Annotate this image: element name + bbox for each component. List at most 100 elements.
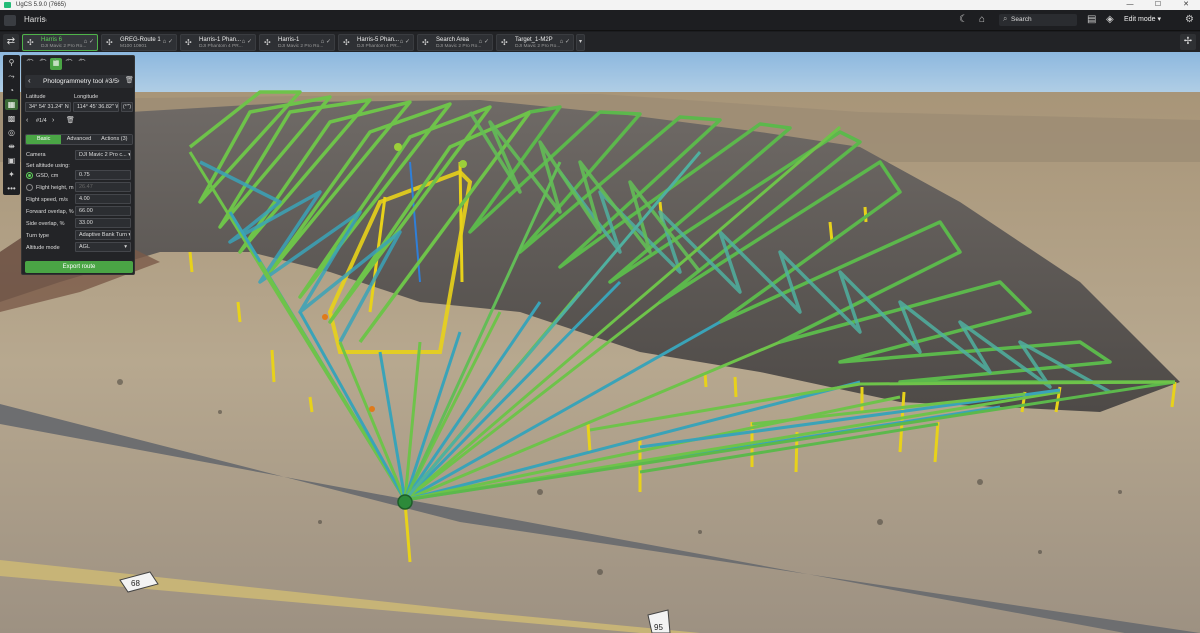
clipboard-icon[interactable]: ▤ xyxy=(1087,14,1096,25)
export-route-button[interactable]: Export route xyxy=(25,261,133,273)
tool-title: Photogrammetry tool #3/5 xyxy=(43,78,118,85)
segment-tab-number: 1 xyxy=(28,57,31,62)
edit-mode-label: Edit mode xyxy=(1124,16,1156,23)
route-vehicle: DJI Mavic 2 Pro Ro... xyxy=(278,44,324,49)
next-segment-icon[interactable]: › xyxy=(117,76,120,85)
segment-tab[interactable]: ⌒ 1 xyxy=(24,57,36,70)
route-vehicle: DJI Mavic 2 Pro Ro... xyxy=(515,44,561,49)
side-overlap-field[interactable]: 33.00 xyxy=(75,218,131,228)
gsd-radio[interactable] xyxy=(26,172,33,179)
close-button[interactable]: ✕ xyxy=(1172,0,1200,10)
segment-tab[interactable]: ▦ 3 xyxy=(50,57,62,70)
point-index: #1/4 xyxy=(36,118,47,124)
waypoint-marker[interactable] xyxy=(369,406,375,412)
tab-basic[interactable]: Basic xyxy=(26,135,62,144)
drone-icon: ✣ xyxy=(185,38,192,47)
area-scan-icon[interactable]: ▩ xyxy=(5,113,18,124)
app-logo-icon[interactable] xyxy=(4,15,16,26)
layers-icon[interactable]: ◈ xyxy=(1106,14,1114,25)
segment-tab[interactable]: ⌒ 2 xyxy=(37,57,49,70)
turn-type-select[interactable]: Adaptive Bank Turn ▾ xyxy=(75,230,131,240)
tab-advanced[interactable]: Advanced xyxy=(61,135,97,144)
prev-point-icon[interactable]: ‹ xyxy=(26,117,28,124)
route-tab[interactable]: ✣ Harris-1 Phan... DJI Phantom 4 PR... ⌂… xyxy=(180,34,256,51)
flight-height-radio[interactable] xyxy=(26,184,33,191)
takeoff-point-icon[interactable] xyxy=(397,494,413,510)
minimize-button[interactable]: — xyxy=(1116,0,1144,10)
route-tab[interactable]: ✣ GREG-Route 1 M100 10901 ⌂ ✓ xyxy=(101,34,177,51)
circle-tool-icon[interactable]: ◎ xyxy=(5,127,18,138)
route-vehicle: DJI Mavic 2 Pro Ro... xyxy=(41,44,87,49)
edit-mode-dropdown[interactable]: Edit mode ▾ xyxy=(1124,15,1161,23)
latitude-field[interactable]: 34° 54' 31.24" N xyxy=(25,102,71,112)
pin-icon[interactable]: ⚲ xyxy=(5,57,18,68)
drone-icon: ✣ xyxy=(501,38,508,47)
home-icon[interactable]: ⌂ xyxy=(979,14,985,25)
route-list-chevron-icon[interactable]: ▾ xyxy=(576,34,585,51)
edit-pencil-icon[interactable]: ✎ xyxy=(42,16,48,24)
tab-actions[interactable]: Actions (3) xyxy=(96,135,132,144)
route-swap-icon[interactable]: ⇄ xyxy=(3,34,19,50)
corridor-tool-icon[interactable]: ⇼ xyxy=(5,141,18,152)
drone-icon: ✣ xyxy=(27,38,34,47)
drone-icon: ✣ xyxy=(422,38,429,47)
prev-segment-icon[interactable]: ‹ xyxy=(28,76,31,85)
app-icon xyxy=(4,2,11,8)
maximize-button[interactable]: ☐ xyxy=(1144,0,1172,10)
turn-type-value: Adaptive Bank Turn xyxy=(79,232,128,238)
route-name: Search Area xyxy=(436,37,470,43)
left-toolstrip: ⚲ ⤳ ◔ ▦ ▩ ◎ ⇼ ▣ ✦ ••• xyxy=(3,55,20,195)
facade-tool-icon[interactable]: ▣ xyxy=(5,155,18,166)
route-name: Harris-1 xyxy=(278,37,300,43)
object-tool-icon[interactable]: ✦ xyxy=(5,169,18,180)
night-mode-icon[interactable]: ☾ xyxy=(959,14,968,25)
flight-height-field[interactable]: 26.47 xyxy=(75,182,131,192)
route-tab[interactable]: ✣ Harris-5 Phan... DJI Phantom 4 PR... ⌂… xyxy=(338,34,414,51)
drone-icon: ✣ xyxy=(343,38,350,47)
gear-icon[interactable]: ⚙ xyxy=(1185,14,1194,25)
route-name: Harris-1 Phan... xyxy=(199,37,242,43)
map-viewport[interactable]: 68 95 xyxy=(0,52,1200,633)
road-shield-95: 95 xyxy=(654,623,663,632)
route-status-icons: ⌂ ✓ xyxy=(162,39,173,45)
route-name: Harris-5 Phan... xyxy=(357,37,400,43)
delete-point-icon[interactable]: 🗑 xyxy=(66,116,75,124)
route-tab[interactable]: ✣ Harris-1 DJI Mavic 2 Pro Ro... ⌂ ✓ xyxy=(259,34,335,51)
route-tool-icon[interactable]: ⤳ xyxy=(5,71,18,82)
camera-select[interactable]: DJI Mavic 2 Pro c... ▾ xyxy=(75,150,131,160)
waypoint-marker[interactable] xyxy=(394,143,402,151)
route-bar: ⇄ ✣ Harris 6 DJI Mavic 2 Pro Ro... ⌂ ✓ ✣… xyxy=(0,32,1200,52)
altitude-mode-select[interactable]: AGL ▾ xyxy=(75,242,131,252)
longitude-field[interactable]: 114° 45' 36.82" W xyxy=(73,102,119,112)
route-tab[interactable]: ✣ Target_1-M2P DJI Mavic 2 Pro Ro... ⌂ ✓ xyxy=(496,34,574,51)
waypoint-tool-icon[interactable]: ◔ xyxy=(5,85,18,96)
waypoint-marker[interactable] xyxy=(322,314,328,320)
gsd-label: GSD, cm xyxy=(36,173,59,179)
forward-overlap-label: Forward overlap, % xyxy=(26,209,74,215)
terrain-scene: 68 95 xyxy=(0,52,1200,633)
route-tab[interactable]: ✣ Search Area DJI Mavic 2 Pro Ro... ⌂ ✓ xyxy=(417,34,493,51)
waypoint-marker[interactable] xyxy=(459,160,467,168)
photogrammetry-tool-icon[interactable]: ▦ xyxy=(5,99,18,110)
route-status-icons: ⌂ ✓ xyxy=(83,39,94,45)
more-tools-icon[interactable]: ••• xyxy=(5,183,18,194)
add-vehicle-icon[interactable]: ✢ xyxy=(1180,34,1196,50)
segment-tab-number: 4 xyxy=(67,57,70,62)
segment-tab[interactable]: ⌒ 4 xyxy=(63,57,75,70)
road-shield-68: 68 xyxy=(131,579,140,588)
next-point-icon[interactable]: › xyxy=(52,117,54,124)
forward-overlap-field[interactable]: 66.00 xyxy=(75,206,131,216)
search-input[interactable]: ⌕ Search xyxy=(999,14,1077,26)
coordinate-format-button[interactable]: (°′″) xyxy=(121,102,133,112)
route-tab[interactable]: ✣ Harris 6 DJI Mavic 2 Pro Ro... ⌂ ✓ xyxy=(22,34,98,51)
drone-icon: ✣ xyxy=(264,38,271,47)
segment-tab-number: 3 xyxy=(54,57,57,62)
delete-icon[interactable]: 🗑 xyxy=(125,76,134,84)
set-altitude-label: Set altitude using: xyxy=(26,163,70,169)
longitude-label: Longitude xyxy=(74,94,99,100)
flight-speed-field[interactable]: 4.00 xyxy=(75,194,131,204)
drone-icon: ✣ xyxy=(106,38,113,47)
gsd-field[interactable]: 0.75 xyxy=(75,170,131,180)
route-name: GREG-Route 1 xyxy=(120,37,161,43)
segment-tab[interactable]: ⌒ 5 xyxy=(76,57,88,70)
